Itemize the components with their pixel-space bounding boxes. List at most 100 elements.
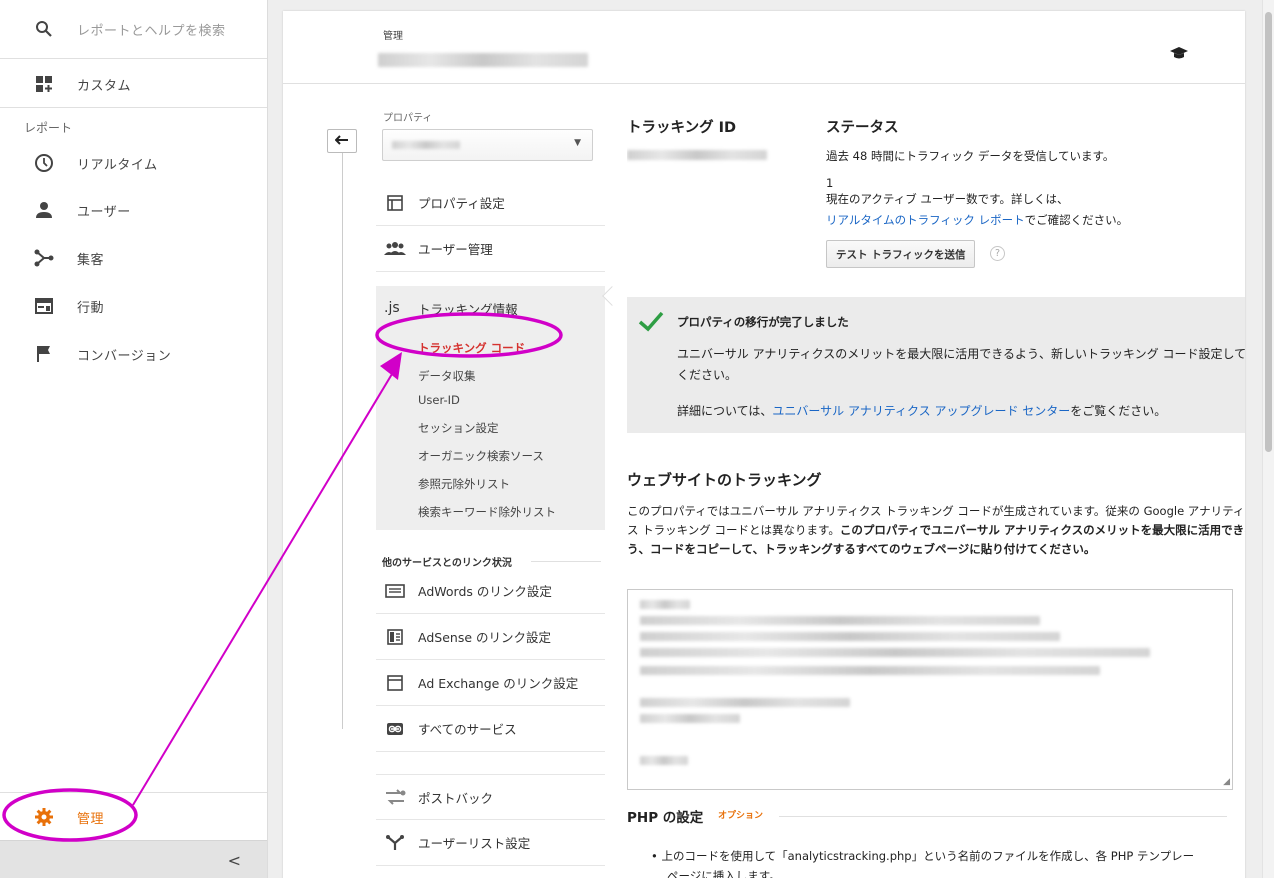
php-instruction-continued: ページに挿入します。 — [667, 869, 781, 878]
nav-behavior-label: 行動 — [77, 300, 105, 316]
notice-detail-suffix: をご覧ください。 — [1070, 404, 1167, 418]
scrollbar-thumb[interactable] — [1265, 12, 1272, 452]
property-column: プロパティ ▼ プロパティ設定 ユーザー管理 .js トラッキング情報 トラッキ… — [376, 84, 606, 878]
all-products-label: すべてのサービス — [418, 722, 517, 737]
organic-search-sources-link[interactable]: オーガニック検索ソース — [418, 448, 544, 464]
code-line-redacted — [640, 616, 1040, 625]
code-line-redacted — [640, 756, 688, 765]
left-navigation: レポートとヘルプを検索 カスタム レポート リアルタイム ユーザー 集客 行動 … — [0, 0, 268, 878]
chevron-left-icon: < — [227, 851, 241, 870]
page-scrollbar[interactable] — [1262, 0, 1274, 878]
nav-conversions-label: コンバージョン — [77, 348, 172, 364]
back-arrow-icon — [334, 133, 349, 149]
website-tracking-heading: ウェブサイトのトラッキング — [627, 471, 822, 489]
search-icon — [33, 18, 55, 40]
property-select[interactable]: ▼ — [382, 129, 593, 161]
divider — [779, 816, 1227, 817]
upgrade-center-link[interactable]: ユニバーサル アナリティクス アップグレード センター — [772, 404, 1070, 418]
back-button[interactable] — [327, 129, 357, 153]
ad-exchange-linking-item[interactable]: Ad Exchange のリンク設定 — [376, 660, 605, 706]
divider — [0, 792, 267, 793]
tracking-info-label: トラッキング情報 — [418, 301, 518, 317]
postback-icon — [384, 788, 406, 806]
audience-definitions-item[interactable]: ユーザーリスト設定 — [376, 820, 605, 866]
dropdown-arrow-icon: ▼ — [574, 138, 581, 148]
divider — [0, 58, 267, 59]
nav-acquisition[interactable]: 集客 — [0, 235, 267, 281]
nav-realtime-label: リアルタイム — [77, 157, 158, 173]
admin-panel: 管理 プロパティ ▼ プロパティ設定 ユーザー管理 .js トラッキング情報 ト… — [283, 11, 1245, 878]
search-term-exclusion-link[interactable]: 検索キーワード除外リスト — [418, 504, 556, 520]
tracking-code-textarea[interactable]: ◢ — [627, 589, 1233, 790]
people-icon — [384, 240, 406, 258]
all-products-item[interactable]: すべてのサービス — [376, 706, 605, 752]
tracking-code-link[interactable]: トラッキング コード — [418, 340, 525, 356]
referral-exclusion-link[interactable]: 参照元除外リスト — [418, 476, 510, 492]
code-line-redacted — [640, 666, 1100, 675]
flag-icon — [33, 343, 55, 365]
graduation-cap-icon[interactable] — [1169, 45, 1189, 64]
gear-icon — [33, 806, 55, 828]
active-users-count: 1 — [826, 176, 834, 190]
session-settings-link[interactable]: セッション設定 — [418, 420, 499, 436]
person-icon — [33, 199, 55, 221]
active-users-text: 現在のアクティブ ユーザー数です。詳しくは、 — [826, 192, 1069, 206]
help-icon[interactable]: ? — [990, 246, 1005, 261]
postbacks-item[interactable]: ポストバック — [376, 774, 605, 820]
optional-badge: オプション — [718, 811, 764, 821]
nav-custom-label: カスタム — [77, 78, 132, 94]
property-caption: プロパティ — [383, 113, 433, 124]
realtime-report-line: リアルタイムのトラフィック レポートでご確認ください。 — [826, 212, 1128, 228]
nav-custom[interactable]: カスタム — [0, 61, 267, 107]
tracking-id-redacted — [627, 150, 767, 160]
user-id-link[interactable]: User-ID — [418, 393, 460, 407]
nav-users[interactable]: ユーザー — [0, 187, 267, 233]
collapse-nav-button[interactable]: < — [0, 840, 267, 878]
divider — [0, 107, 267, 108]
nav-acquisition-label: 集客 — [77, 252, 105, 268]
code-line-redacted — [640, 600, 690, 609]
adwords-linking-item[interactable]: AdWords のリンク設定 — [376, 568, 605, 614]
adsense-linking-item[interactable]: AdSense のリンク設定 — [376, 614, 605, 660]
behavior-icon — [33, 295, 55, 317]
send-test-traffic-button[interactable]: テスト トラフィックを送信 — [826, 240, 976, 268]
realtime-report-link[interactable]: リアルタイムのトラフィック レポート — [826, 213, 1025, 227]
property-settings-item[interactable]: プロパティ設定 — [376, 180, 605, 226]
reports-section-label: レポート — [24, 121, 73, 135]
checkmark-icon — [637, 309, 665, 337]
admin-tree-line — [342, 139, 343, 729]
nav-behavior[interactable]: 行動 — [0, 283, 267, 329]
nav-admin[interactable]: 管理 — [0, 794, 267, 840]
notice-detail-prefix: 詳細については、 — [677, 404, 773, 418]
status-heading: ステータス — [826, 120, 899, 136]
property-settings-label: プロパティ設定 — [418, 196, 505, 211]
app-root: レポートとヘルプを検索 カスタム レポート リアルタイム ユーザー 集客 行動 … — [0, 0, 1274, 878]
resize-handle-icon[interactable]: ◢ — [1223, 777, 1230, 787]
search-input[interactable]: レポートとヘルプを検索 — [77, 20, 226, 39]
nav-conversions[interactable]: コンバージョン — [0, 331, 267, 377]
acquisition-icon — [33, 247, 55, 269]
code-line-redacted — [640, 714, 740, 723]
website-tracking-description: このプロパティではユニバーサル アナリティクス トラッキング コードが生成されて… — [627, 502, 1245, 559]
adsense-icon — [384, 628, 406, 646]
tracking-code-content: トラッキング ID ステータス 過去 48 時間にトラフィック データを受信して… — [627, 84, 1245, 878]
settings-page-icon — [384, 194, 406, 212]
breadcrumb: 管理 — [383, 31, 403, 42]
php-instruction: • 上のコードを使用して「analyticstracking.php」という名前… — [651, 849, 1195, 863]
migration-notice: プロパティの移行が完了しました ユニバーサル アナリティクスのメリットを最大限に… — [627, 297, 1245, 433]
notice-heading: プロパティの移行が完了しました — [677, 315, 849, 329]
nav-users-label: ユーザー — [77, 204, 131, 220]
report-search[interactable]: レポートとヘルプを検索 — [0, 6, 267, 52]
tracking-info-group: .js トラッキング情報 トラッキング コード データ収集 User-ID セッ… — [376, 286, 605, 530]
ad-exchange-icon — [384, 674, 406, 692]
data-collection-link[interactable]: データ収集 — [418, 368, 476, 384]
nav-realtime[interactable]: リアルタイム — [0, 140, 267, 186]
audience-definitions-label: ユーザーリスト設定 — [418, 836, 531, 851]
postbacks-label: ポストバック — [418, 790, 494, 806]
link-icon — [384, 720, 406, 738]
code-line-redacted — [640, 698, 850, 707]
user-management-item[interactable]: ユーザー管理 — [376, 226, 605, 272]
php-instruction-text: 上のコードを使用して「analyticstracking.php」という名前のフ… — [661, 849, 1195, 863]
tracking-info-item[interactable]: .js トラッキング情報 — [376, 286, 605, 330]
adwords-linking-label: AdWords のリンク設定 — [418, 584, 552, 599]
